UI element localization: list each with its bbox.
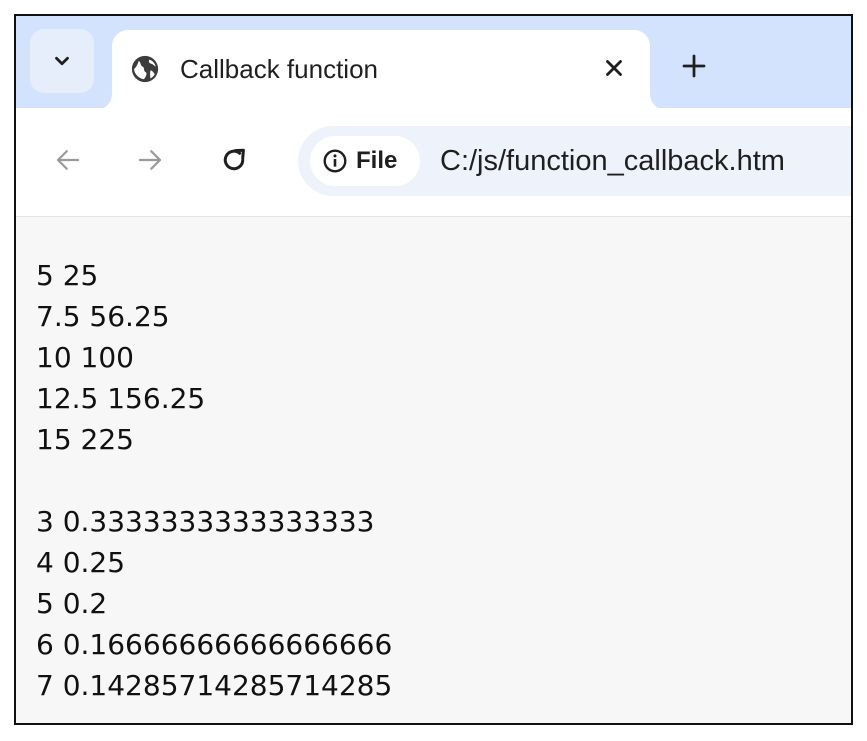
output-line: 5 25 xyxy=(36,259,99,292)
site-info-label: File xyxy=(356,147,398,174)
output-line: 15 225 xyxy=(36,423,134,456)
info-icon xyxy=(323,149,347,173)
plus-icon xyxy=(682,54,706,78)
address-bar[interactable]: File C:/js/function_callback.htm xyxy=(298,126,851,196)
site-info-chip[interactable]: File xyxy=(310,136,420,186)
tab-callback-function[interactable]: Callback function xyxy=(112,30,650,110)
output-text: 5 25 7.5 56.25 10 100 12.5 156.25 15 225… xyxy=(36,255,392,706)
toolbar: File C:/js/function_callback.htm xyxy=(16,108,851,217)
reload-icon xyxy=(223,148,245,171)
output-line: 7 0.14285714285714285 xyxy=(36,669,393,702)
tab-strip: Callback function xyxy=(16,16,851,110)
output-line: 12.5 156.25 xyxy=(36,382,206,415)
output-line: 3 0.3333333333333333 xyxy=(36,505,375,538)
tab-close-button[interactable] xyxy=(594,48,634,88)
chevron-down-icon xyxy=(55,56,69,66)
globe-icon xyxy=(131,55,159,83)
output-line: 10 100 xyxy=(36,341,134,374)
reload-button[interactable] xyxy=(212,138,256,182)
close-icon xyxy=(606,60,622,76)
back-button[interactable] xyxy=(46,138,90,182)
browser-window: Callback function File C:/js/function_ca… xyxy=(14,14,853,725)
arrow-left-icon xyxy=(56,150,80,170)
output-line: 4 0.25 xyxy=(36,546,126,579)
new-tab-button[interactable] xyxy=(672,44,716,88)
page-content: 5 25 7.5 56.25 10 100 12.5 156.25 15 225… xyxy=(16,217,851,723)
output-line: 5 0.2 xyxy=(36,587,108,620)
tab-title: Callback function xyxy=(180,54,378,84)
url-text[interactable]: C:/js/function_callback.htm xyxy=(440,142,785,180)
tab-search-button[interactable] xyxy=(30,29,94,93)
output-line: 6 0.16666666666666666 xyxy=(36,628,393,661)
output-line: 7.5 56.25 xyxy=(36,300,170,333)
arrow-right-icon xyxy=(138,150,162,170)
forward-button[interactable] xyxy=(128,138,172,182)
